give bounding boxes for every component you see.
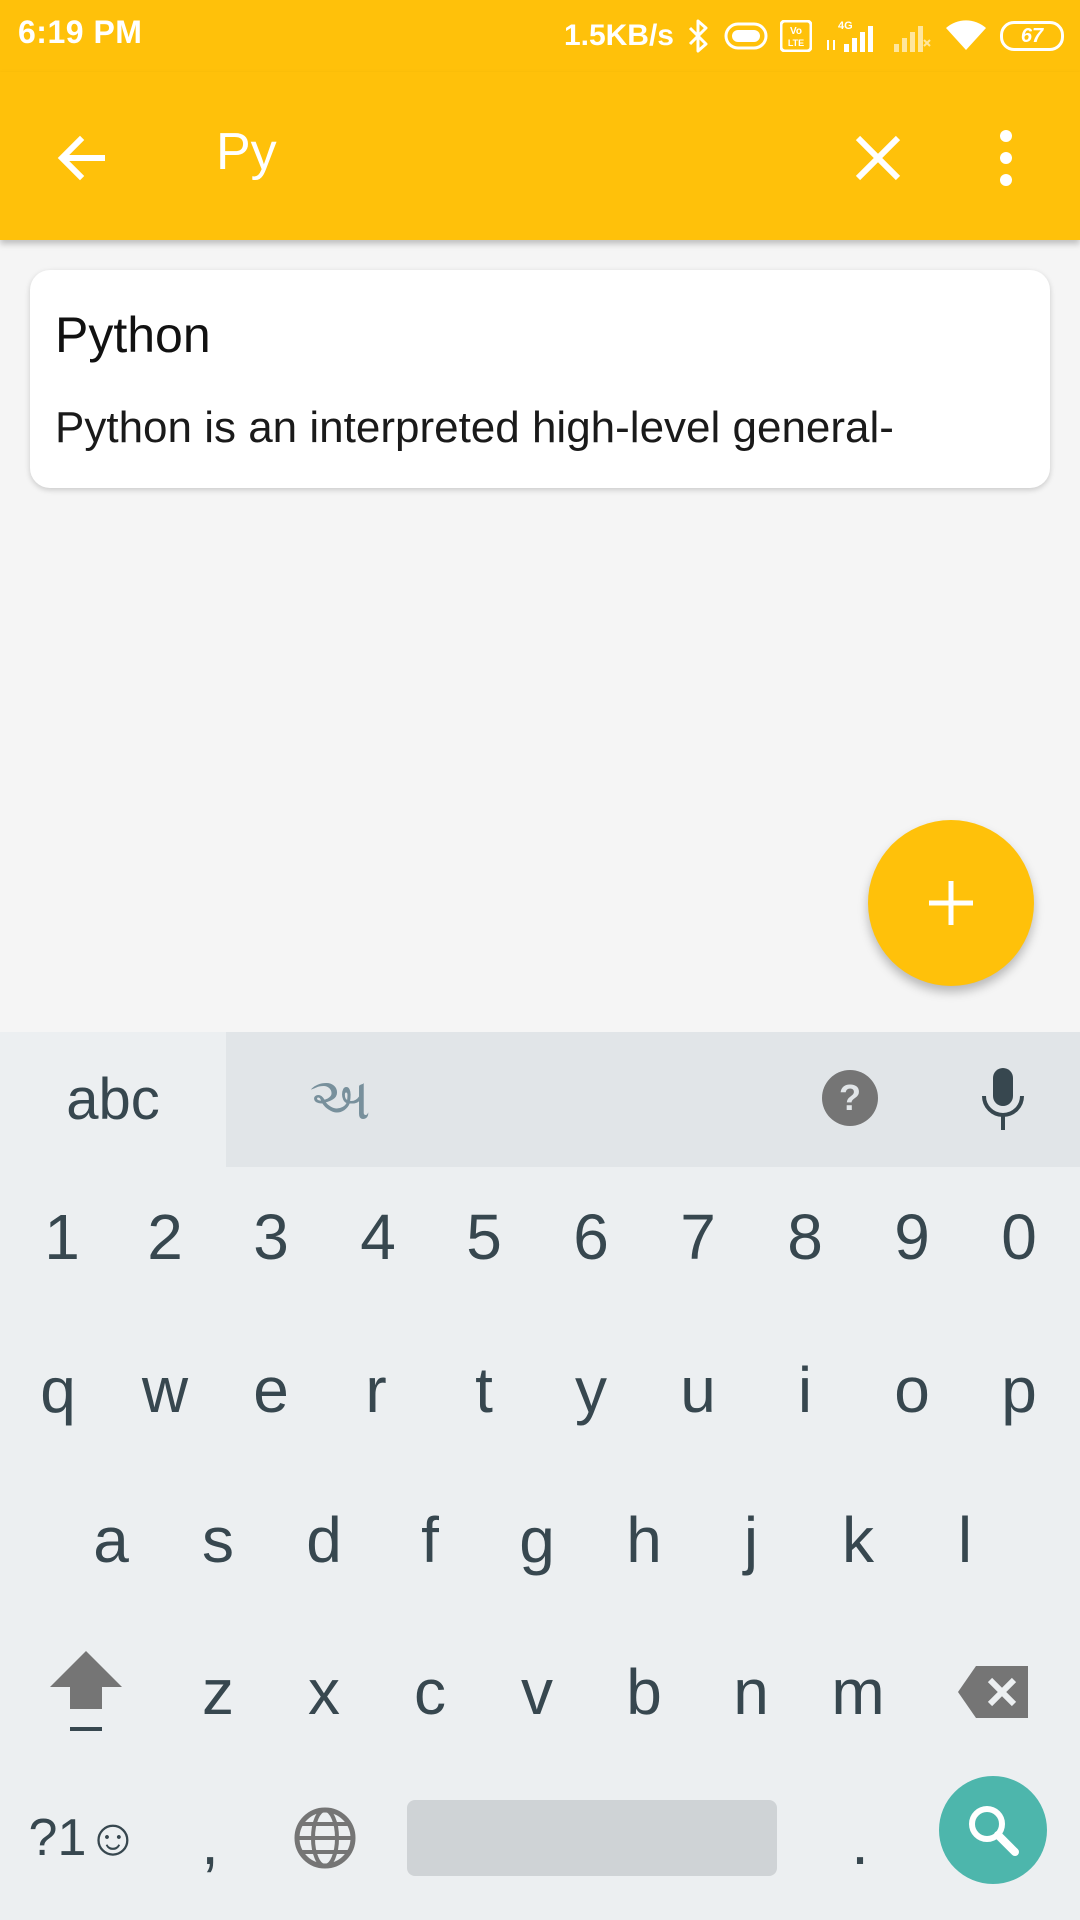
key-j[interactable]: j — [701, 1480, 801, 1600]
key-3[interactable]: 3 — [221, 1182, 321, 1292]
shift-arrow-icon — [50, 1651, 122, 1731]
key-k[interactable]: k — [808, 1480, 908, 1600]
4g-signal-icon: 4G — [824, 18, 880, 54]
status-bar: 6:19 PM 1.5KB/s Vo LTE 4G 67 — [0, 0, 1080, 72]
key-c[interactable]: c — [380, 1632, 480, 1752]
key-9[interactable]: 9 — [862, 1182, 962, 1292]
help-button[interactable]: ? — [820, 1068, 880, 1128]
search-input[interactable]: Py — [216, 122, 277, 182]
more-vert-icon — [1000, 130, 1012, 186]
search-icon — [969, 1806, 1019, 1856]
result-card[interactable]: Python Python is an interpreted high-lev… — [30, 270, 1050, 488]
key-2[interactable]: 2 — [115, 1182, 215, 1292]
key-8[interactable]: 8 — [755, 1182, 855, 1292]
status-time: 6:19 PM — [18, 14, 143, 50]
network-speed: 1.5KB/s — [563, 19, 674, 52]
space-bar[interactable] — [407, 1800, 777, 1876]
svg-text:LTE: LTE — [788, 38, 804, 48]
key-l[interactable]: l — [915, 1480, 1015, 1600]
svg-text:4G: 4G — [838, 20, 853, 32]
backspace-key[interactable] — [944, 1632, 1044, 1752]
key-u[interactable]: u — [648, 1330, 748, 1450]
clear-search-button[interactable] — [846, 126, 910, 190]
svg-text:?: ? — [839, 1077, 861, 1118]
key-q[interactable]: q — [8, 1330, 108, 1450]
key-1[interactable]: 1 — [12, 1182, 112, 1292]
tab-abc[interactable]: abc — [0, 1032, 226, 1167]
key-t[interactable]: t — [434, 1330, 534, 1450]
signal-2-icon — [892, 18, 932, 54]
key-s[interactable]: s — [168, 1480, 268, 1600]
result-title: Python — [55, 307, 211, 363]
key-n[interactable]: n — [701, 1632, 801, 1752]
more-options-button[interactable] — [984, 126, 1028, 190]
key-v[interactable]: v — [487, 1632, 587, 1752]
volte-icon: Vo LTE — [780, 20, 812, 52]
soft-keyboard: abc અ ? 1 2 3 4 5 6 7 8 9 0 q w e r t y … — [0, 1032, 1080, 1920]
shift-key[interactable] — [36, 1632, 136, 1752]
add-button[interactable] — [868, 820, 1034, 986]
key-i[interactable]: i — [755, 1330, 855, 1450]
symbols-emoji-key[interactable]: ?1☺ — [24, 1778, 144, 1898]
key-f[interactable]: f — [380, 1480, 480, 1600]
key-b[interactable]: b — [594, 1632, 694, 1752]
help-icon: ? — [822, 1070, 878, 1126]
close-icon — [855, 135, 901, 181]
keyboard-toolbar: abc અ ? — [0, 1032, 1080, 1167]
key-w[interactable]: w — [115, 1330, 215, 1450]
bluetooth-icon — [686, 18, 712, 54]
key-d[interactable]: d — [274, 1480, 374, 1600]
key-a[interactable]: a — [61, 1480, 161, 1600]
key-0[interactable]: 0 — [969, 1182, 1069, 1292]
key-h[interactable]: h — [594, 1480, 694, 1600]
key-y[interactable]: y — [541, 1330, 641, 1450]
back-button[interactable] — [52, 128, 112, 188]
backspace-icon — [958, 1666, 1028, 1718]
microphone-icon — [982, 1068, 1024, 1130]
key-e[interactable]: e — [221, 1330, 321, 1450]
key-m[interactable]: m — [808, 1632, 908, 1752]
key-z[interactable]: z — [168, 1632, 268, 1752]
data-saver-icon — [724, 21, 768, 51]
globe-icon — [294, 1807, 356, 1869]
period-key[interactable]: . — [810, 1782, 910, 1902]
wifi-icon — [944, 18, 988, 54]
battery-icon: 67 — [1000, 21, 1064, 51]
key-5[interactable]: 5 — [434, 1182, 534, 1292]
result-snippet: Python is an interpreted high-level gene… — [55, 403, 894, 452]
comma-key[interactable]: , — [170, 1782, 250, 1902]
key-4[interactable]: 4 — [328, 1182, 428, 1292]
key-6[interactable]: 6 — [541, 1182, 641, 1292]
plus-icon — [929, 881, 973, 925]
key-r[interactable]: r — [326, 1330, 426, 1450]
tab-gujarati[interactable]: અ — [290, 1032, 390, 1167]
key-g[interactable]: g — [487, 1480, 587, 1600]
search-toolbar: Py — [0, 72, 1080, 240]
key-o[interactable]: o — [862, 1330, 962, 1450]
svg-text:Vo: Vo — [790, 26, 802, 37]
key-x[interactable]: x — [274, 1632, 374, 1752]
microphone-button[interactable] — [978, 1066, 1028, 1134]
search-action-key[interactable] — [939, 1776, 1047, 1884]
key-7[interactable]: 7 — [648, 1182, 748, 1292]
arrow-left-icon — [57, 135, 105, 181]
language-switch-key[interactable] — [275, 1778, 375, 1898]
key-p[interactable]: p — [969, 1330, 1069, 1450]
status-icons: 1.5KB/s Vo LTE 4G 67 — [564, 14, 1064, 58]
